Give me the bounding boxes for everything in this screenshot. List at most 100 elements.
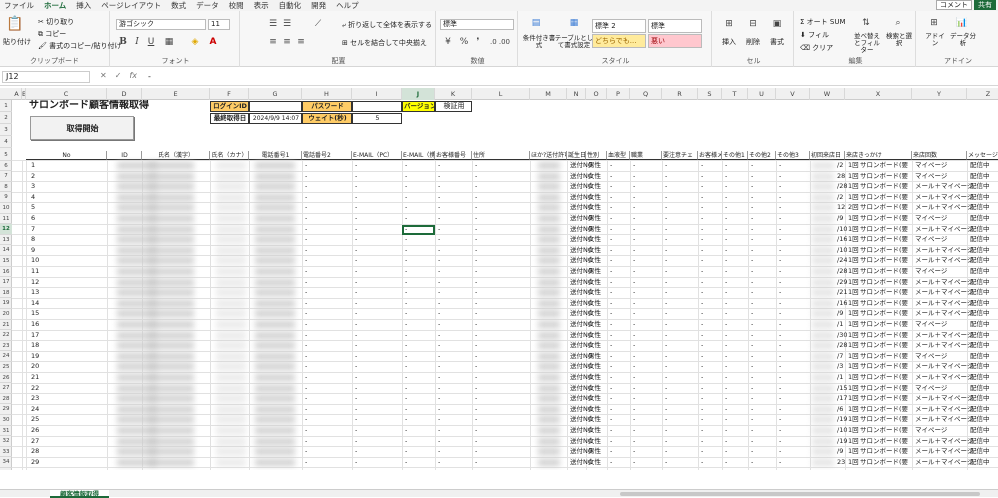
align-right-icon[interactable]: ≡: [296, 37, 306, 47]
password-input[interactable]: [352, 101, 402, 112]
column-header[interactable]: P: [607, 88, 630, 100]
column-header[interactable]: L: [472, 88, 530, 100]
decimal-icon[interactable]: .0 .00: [488, 37, 512, 47]
menu-tab[interactable]: ページレイアウト: [101, 0, 161, 11]
fill-color-icon[interactable]: ◈: [190, 37, 200, 47]
align-top-icon[interactable]: ☰: [268, 19, 278, 29]
row-header[interactable]: 22: [0, 330, 12, 341]
worksheet-grid[interactable]: サロンボード顧客情報取得 取得開始 ログインID パスワード バージョン 検証用 最終取得日…: [12, 100, 998, 470]
style-standard[interactable]: 標準: [648, 19, 702, 33]
menu-tab[interactable]: 校閲: [229, 0, 244, 11]
row-header[interactable]: 6: [0, 161, 12, 172]
row-header[interactable]: 1: [0, 100, 12, 112]
fill-button[interactable]: ⬇ フィル: [800, 30, 829, 40]
table-format-button[interactable]: テーブルとして書式設定: [554, 35, 594, 49]
row-header[interactable]: 2: [0, 112, 12, 124]
wait-input[interactable]: 5: [352, 113, 402, 124]
row-header[interactable]: 9: [0, 192, 12, 203]
font-color-icon[interactable]: A: [208, 37, 218, 47]
column-header[interactable]: Y: [912, 88, 967, 100]
column-header[interactable]: I: [352, 88, 402, 100]
formula-input[interactable]: -: [148, 72, 151, 81]
column-header[interactable]: K: [435, 88, 472, 100]
menu-tab[interactable]: 自動化: [279, 0, 302, 11]
menu-tab[interactable]: ホーム: [44, 0, 67, 12]
row-header[interactable]: 19: [0, 298, 12, 309]
sort-filter-icon[interactable]: ⇅: [858, 15, 874, 31]
column-header[interactable]: V: [776, 88, 810, 100]
row-header[interactable]: 24: [0, 351, 12, 362]
insert-cells-icon[interactable]: ⊞: [722, 17, 736, 31]
table-format-icon[interactable]: ▦: [566, 15, 582, 31]
column-header[interactable]: R: [662, 88, 698, 100]
bold-icon[interactable]: B: [118, 37, 128, 47]
row-header[interactable]: 29: [0, 404, 12, 415]
menu-tab[interactable]: 挿入: [76, 0, 91, 11]
enter-icon[interactable]: ✓: [115, 71, 122, 80]
wrap-text-button[interactable]: ⤶ 折り返して全体を表示する: [342, 20, 432, 30]
column-header[interactable]: G: [249, 88, 302, 100]
column-header[interactable]: E: [142, 88, 210, 100]
row-header[interactable]: 13: [0, 235, 12, 246]
column-header[interactable]: C: [26, 88, 107, 100]
search-icon[interactable]: ⌕: [890, 15, 906, 31]
share-button[interactable]: 共有: [974, 0, 996, 10]
row-header[interactable]: 7: [0, 171, 12, 182]
row-header[interactable]: 14: [0, 245, 12, 256]
autosum-button[interactable]: Σ オート SUM: [800, 17, 846, 27]
data-analysis-icon[interactable]: 📊: [954, 15, 970, 31]
row-header[interactable]: 21: [0, 320, 12, 331]
cancel-icon[interactable]: ✕: [100, 71, 107, 80]
border-icon[interactable]: ▦: [164, 37, 174, 47]
style-neutral[interactable]: どちらでも...: [592, 34, 646, 48]
menu-tab[interactable]: ヘルプ: [336, 0, 359, 11]
find-select-button[interactable]: 検索と選択: [886, 33, 912, 47]
font-size-select[interactable]: 11: [208, 19, 230, 30]
orientation-icon[interactable]: ⟋: [312, 19, 324, 29]
column-header[interactable]: D: [107, 88, 142, 100]
row-header[interactable]: 16: [0, 267, 12, 278]
column-header[interactable]: N: [567, 88, 586, 100]
sort-filter-button[interactable]: 並べ替えとフィルター: [852, 33, 882, 54]
column-header[interactable]: X: [845, 88, 912, 100]
row-header[interactable]: 25: [0, 362, 12, 373]
column-header[interactable]: T: [722, 88, 748, 100]
menu-tab[interactable]: ファイル: [4, 0, 34, 11]
align-middle-icon[interactable]: ☰: [282, 19, 292, 29]
addin-icon[interactable]: ⊞: [926, 15, 942, 31]
row-header[interactable]: 31: [0, 426, 12, 437]
row-header[interactable]: 11: [0, 214, 12, 225]
delete-cells-icon[interactable]: ⊟: [746, 17, 760, 31]
conditional-format-button[interactable]: 条件付き書式: [522, 35, 556, 49]
row-header[interactable]: 23: [0, 341, 12, 352]
delete-cells-button[interactable]: 削除: [746, 37, 760, 47]
cut-button[interactable]: ✂ 切り取り: [38, 17, 74, 27]
menu-tab[interactable]: データ: [196, 0, 219, 11]
name-box[interactable]: J12: [2, 71, 90, 83]
menu-tab[interactable]: 数式: [171, 0, 186, 11]
row-header[interactable]: 34: [0, 457, 12, 468]
font-name-select[interactable]: 游ゴシック: [116, 19, 206, 30]
number-format-select[interactable]: 標準: [440, 19, 514, 30]
row-header[interactable]: 27: [0, 383, 12, 394]
align-left-icon[interactable]: ≡: [268, 37, 278, 47]
menu-tab[interactable]: 開発: [311, 0, 326, 11]
column-header[interactable]: S: [698, 88, 722, 100]
row-header[interactable]: 3: [0, 124, 12, 136]
row-header[interactable]: 8: [0, 182, 12, 193]
fx-icon[interactable]: fx: [129, 71, 137, 80]
fetch-button[interactable]: 取得開始: [30, 116, 134, 140]
row-header[interactable]: 15: [0, 256, 12, 267]
format-cells-button[interactable]: 書式: [770, 37, 784, 47]
style-standard2[interactable]: 標準 2: [592, 19, 646, 33]
column-header[interactable]: W: [810, 88, 845, 100]
selected-cell[interactable]: [402, 224, 435, 236]
column-header[interactable]: Z: [967, 88, 998, 100]
row-header[interactable]: 26: [0, 373, 12, 384]
comma-icon[interactable]: ❜: [472, 37, 484, 47]
row-header[interactable]: 17: [0, 277, 12, 288]
currency-icon[interactable]: ¥: [442, 37, 454, 47]
row-header[interactable]: 33: [0, 447, 12, 458]
data-analysis-button[interactable]: データ分析: [950, 33, 976, 47]
row-header[interactable]: 30: [0, 415, 12, 426]
